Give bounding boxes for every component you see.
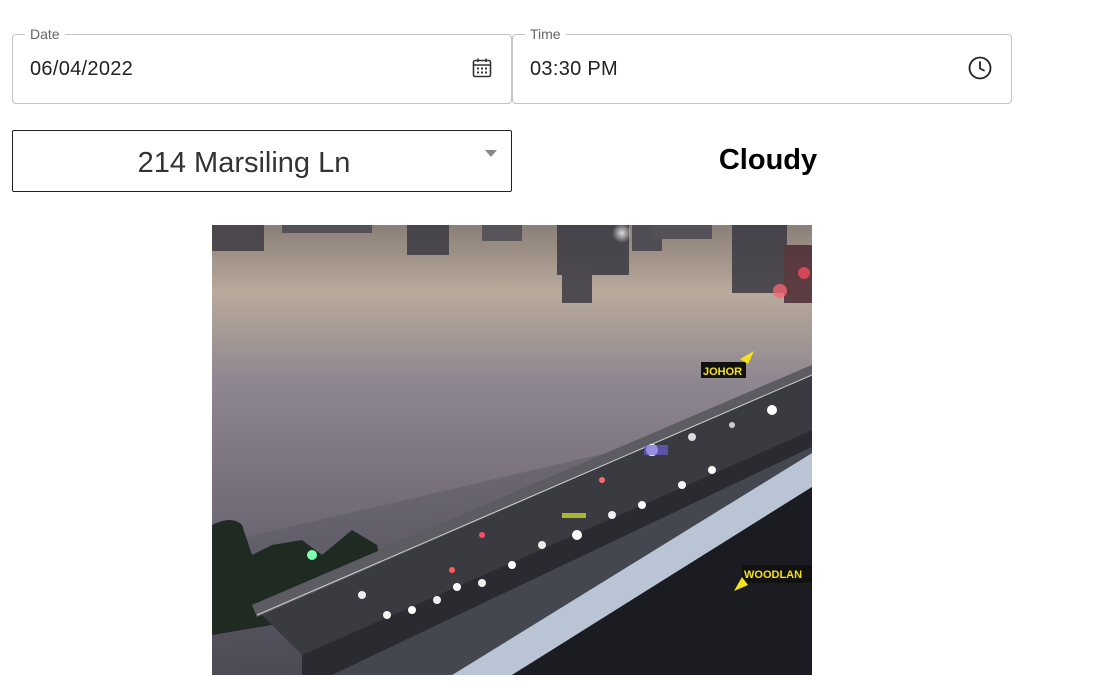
location-selected-value: 214 Marsiling Ln <box>137 147 351 179</box>
calendar-icon[interactable] <box>470 56 494 80</box>
time-field[interactable]: Time 03:30 PM <box>512 26 1012 104</box>
location-select[interactable]: 214 Marsiling Ln <box>12 130 512 192</box>
woodlands-label: WOODLAN <box>744 569 802 581</box>
traffic-camera-image: JOHOR WOODLAN <box>212 225 812 675</box>
weather-condition: Cloudy <box>718 144 818 176</box>
date-field[interactable]: Date 06/04/2022 <box>12 26 512 104</box>
date-label: Date <box>25 26 65 42</box>
date-value[interactable]: 06/04/2022 <box>30 58 133 81</box>
chevron-down-icon[interactable] <box>485 150 497 157</box>
time-label: Time <box>525 26 566 42</box>
time-value[interactable]: 03:30 PM <box>530 58 618 81</box>
clock-icon[interactable] <box>968 56 992 80</box>
johor-label: JOHOR <box>703 366 742 378</box>
